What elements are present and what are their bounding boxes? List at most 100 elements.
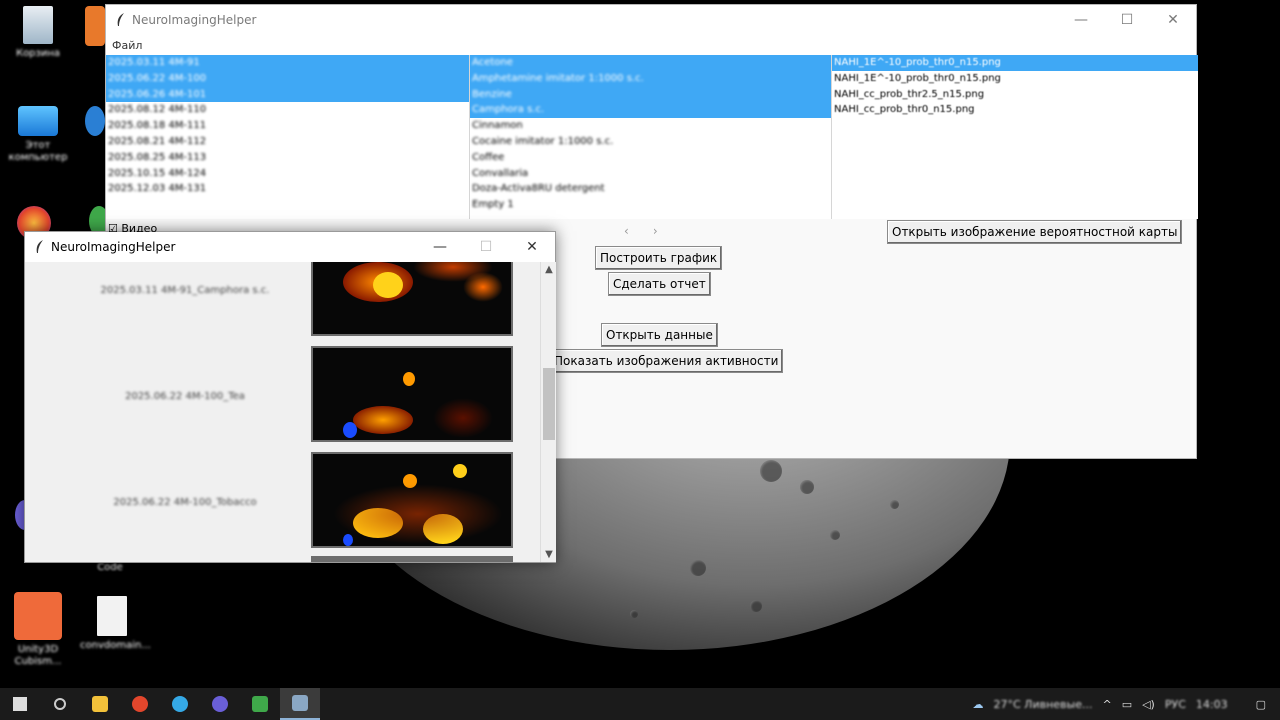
open-prob-map-button[interactable]: Открыть изображение вероятностной карты: [887, 220, 1183, 244]
window-title: NeuroImagingHelper: [132, 13, 257, 27]
weather-icon[interactable]: ☁: [973, 698, 984, 711]
list-item[interactable]: Convallaria: [470, 166, 831, 182]
list-item[interactable]: 2025.08.21 4M-112: [106, 134, 469, 150]
checkbox-icon: ☑: [108, 222, 118, 232]
entry-label: 2025.06.22 4M-100_Tea: [125, 391, 245, 402]
desktop-icon-unity3d[interactable]: Unity3D Cubism...: [6, 592, 70, 668]
video-checkbox[interactable]: ☑ Видео: [108, 222, 164, 232]
system-tray: ☁ 27°C Ливневые... ^ ▭ ◁) РУС 14:03 ▢: [973, 698, 1280, 711]
list-item[interactable]: Cocaine imitator 1:1000 s.c.: [470, 134, 831, 150]
discord-icon: [212, 696, 228, 712]
list-item[interactable]: Camphora s.c.: [470, 102, 831, 119]
list-item[interactable]: 2025.06.26 4M-101: [106, 86, 469, 103]
list-item[interactable]: NAHI_cc_prob_thr2.5_n15.png: [832, 87, 1198, 103]
main-titlebar[interactable]: NeuroImagingHelper — ☐ ✕: [106, 5, 1196, 35]
dates-listbox[interactable]: 2025.03.11 4M-91 2025.06.22 4M-100 2025.06…: [106, 55, 470, 219]
windows-icon: [13, 697, 27, 711]
list-item[interactable]: Amphetamine imitator 1:1000 s.c.: [470, 70, 831, 87]
list-item[interactable]: 2025.08.25 4M-113: [106, 150, 469, 166]
list-item[interactable]: Doza-Activa8RU detergent: [470, 181, 831, 197]
list-item[interactable]: 2025.08.18 4M-111: [106, 118, 469, 134]
document-icon: [97, 596, 127, 636]
chevron-up-icon[interactable]: ^: [1102, 698, 1111, 711]
taskbar-app[interactable]: [240, 688, 280, 720]
app-icon: [252, 696, 268, 712]
list-item[interactable]: Acetone: [470, 55, 831, 71]
desktop-icon-file[interactable]: convdomain...: [80, 596, 151, 652]
clock[interactable]: 14:03: [1196, 698, 1228, 711]
show-activity-button[interactable]: Показать изображения активности: [549, 349, 784, 373]
make-report-button[interactable]: Сделать отчет: [608, 272, 711, 296]
taskbar-explorer[interactable]: [80, 688, 120, 720]
activity-list[interactable]: 2025.03.11 4M-91_Camphora s.c. 2025.06.2…: [25, 262, 540, 562]
close-button[interactable]: ✕: [509, 232, 555, 262]
search-button[interactable]: [40, 688, 80, 720]
sub-titlebar[interactable]: NeuroImagingHelper — ☐ ✕: [25, 232, 555, 262]
list-item: 2025.03.11 4M-91_Camphora s.c.: [25, 262, 540, 340]
folder-icon: [92, 696, 108, 712]
volume-icon[interactable]: ◁): [1142, 698, 1155, 711]
minimize-button[interactable]: —: [1058, 5, 1104, 35]
list-item[interactable]: NAHI_1E^-10_prob_thr0_n15.png: [832, 71, 1198, 87]
language-indicator[interactable]: РУС: [1165, 698, 1186, 711]
feather-icon: [36, 240, 43, 253]
list-item: 2025.06.22 4M-100_Tobacco: [25, 452, 540, 552]
list-item: 2025.06.22 4M-100_Tea: [25, 346, 540, 446]
maximize-button[interactable]: ☐: [463, 232, 509, 262]
weather-text[interactable]: 27°C Ливневые...: [994, 698, 1093, 711]
desktop-icon-recycle-bin[interactable]: Корзина: [6, 6, 70, 60]
list-item[interactable]: NAHI_cc_prob_thr0_n15.png: [832, 102, 1198, 118]
list-item[interactable]: Benzine: [470, 86, 831, 103]
recycle-bin-icon: [23, 6, 53, 44]
list-item[interactable]: 2025.08.12 4M-110: [106, 102, 469, 118]
firefox-icon: [132, 696, 148, 712]
network-icon[interactable]: ▭: [1122, 698, 1132, 711]
feather-icon: [117, 13, 124, 26]
pager: ‹ ›: [624, 224, 658, 238]
feather-icon: [292, 695, 308, 711]
activity-heatmap[interactable]: [311, 262, 513, 336]
app-icon: [85, 6, 105, 46]
taskbar-app[interactable]: [160, 688, 200, 720]
menubar: Файл: [106, 35, 1196, 55]
list-item[interactable]: NAHI_1E^-10_prob_thr0_n15.png: [832, 55, 1198, 71]
substances-listbox[interactable]: Acetone Amphetamine imitator 1:1000 s.c. B…: [470, 55, 832, 219]
computer-icon: [18, 106, 58, 136]
share-icon: [14, 592, 62, 640]
list-item[interactable]: 2025.10.15 4M-124: [106, 166, 469, 182]
maximize-button[interactable]: ☐: [1104, 5, 1150, 35]
files-listbox[interactable]: NAHI_1E^-10_prob_thr0_n15.png NAHI_1E^-10…: [832, 55, 1198, 219]
app-icon: [85, 106, 105, 136]
build-plot-button[interactable]: Построить график: [595, 246, 723, 270]
list-item[interactable]: 2025.06.22 4M-100: [106, 70, 469, 87]
close-button[interactable]: ✕: [1150, 5, 1196, 35]
list-item[interactable]: Coffee: [470, 150, 831, 166]
notifications-icon[interactable]: ▢: [1256, 698, 1266, 711]
list-item[interactable]: Cinnamon: [470, 118, 831, 134]
app-icon: [172, 696, 188, 712]
prev-page-button[interactable]: ‹: [624, 224, 629, 238]
desktop-icon-this-pc[interactable]: Этот компьютер: [6, 106, 70, 164]
scroll-down-arrow-icon[interactable]: ▼: [541, 549, 557, 560]
activity-heatmap[interactable]: [311, 346, 513, 442]
vertical-scrollbar[interactable]: ▲ ▼: [540, 262, 556, 562]
minimize-button[interactable]: —: [417, 232, 463, 262]
scrollbar-thumb[interactable]: [543, 368, 555, 440]
activity-images-window: NeuroImagingHelper — ☐ ✕ 2025.03.11 4M-9…: [24, 231, 556, 563]
taskbar-firefox[interactable]: [120, 688, 160, 720]
scroll-up-arrow-icon[interactable]: ▲: [541, 264, 557, 275]
taskbar-python[interactable]: [280, 688, 320, 720]
window-title: NeuroImagingHelper: [51, 240, 176, 254]
entry-label: 2025.06.22 4M-100_Tobacco: [113, 497, 257, 508]
list-item[interactable]: Empty 1: [470, 197, 831, 213]
list-item[interactable]: 2025.12.03 4M-131: [106, 181, 469, 197]
list-item[interactable]: 2025.03.11 4M-91: [106, 55, 469, 71]
activity-heatmap[interactable]: [311, 452, 513, 548]
start-button[interactable]: [0, 688, 40, 720]
taskbar-discord[interactable]: [200, 688, 240, 720]
desktop-icon-label-code: Code: [97, 562, 123, 573]
open-data-button[interactable]: Открыть данные: [601, 323, 718, 347]
menu-file[interactable]: Файл: [112, 39, 142, 52]
next-page-button[interactable]: ›: [653, 224, 658, 238]
listboxes: 2025.03.11 4M-91 2025.06.22 4M-100 2025.06…: [106, 55, 1198, 219]
